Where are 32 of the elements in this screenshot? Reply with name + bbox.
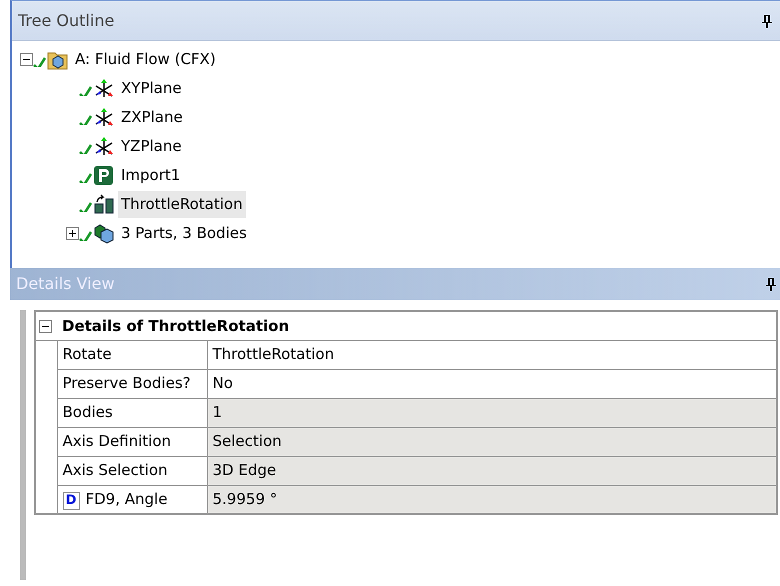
property-value: 1 [207,398,777,427]
property-name: Axis Selection [62,461,168,480]
p-icon [93,165,114,186]
details-heading: Details of ThrottleRotation [62,316,290,334]
pin-icon[interactable] [762,14,772,28]
panel-title: Details View [16,273,115,295]
expander-toggle[interactable] [66,227,79,240]
tree-item[interactable]: 3 Parts, 3 Bodies [118,220,250,247]
property-value: Selection [207,427,777,456]
pin-icon[interactable] [766,277,776,291]
cubes-icon [93,223,114,244]
axes-icon [93,136,114,157]
axes-icon [93,107,114,128]
collapse-toggle[interactable] [39,320,52,333]
property-value: 5.9959 ° [207,485,777,514]
tree-item[interactable]: ThrottleRotation [118,191,246,218]
d-badge-icon: D [62,492,80,510]
panel-title: Tree Outline [18,10,114,32]
axes-icon [93,78,114,99]
tree-item[interactable]: ZXPlane [118,104,186,131]
tree-item[interactable]: A: Fluid Flow (CFX) [72,46,219,73]
property-name: Axis Definition [62,432,172,450]
expander-toggle[interactable] [20,53,33,66]
tree-item[interactable]: XYPlane [118,75,185,102]
rotate-feature-icon [93,194,114,215]
property-value: 3D Edge [207,456,777,485]
property-name: FD9, Angle [86,490,168,508]
tree-item[interactable]: Import1 [118,162,184,189]
property-name: Preserve Bodies? [62,374,191,392]
property-name: Rotate [62,345,112,364]
property-name: Bodies [62,403,113,422]
tree-item[interactable]: YZPlane [118,133,185,160]
